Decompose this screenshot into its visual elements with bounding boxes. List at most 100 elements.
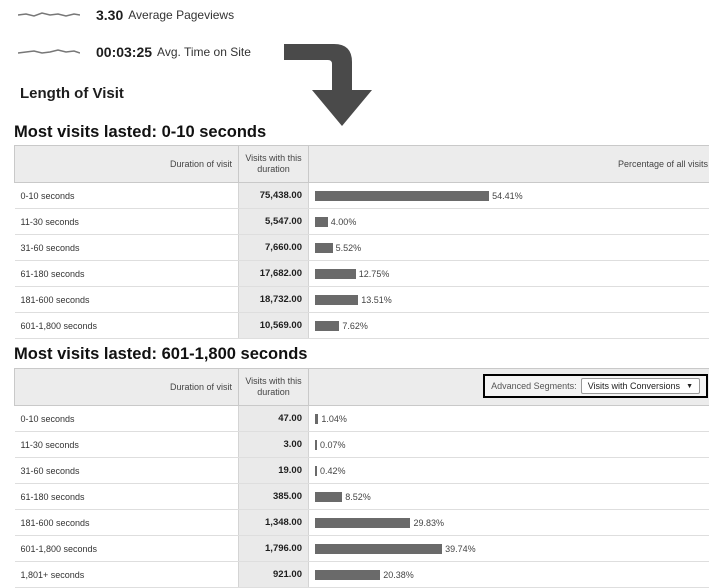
percentage-label: 0.07%	[320, 440, 346, 450]
percentage-label: 0.42%	[320, 466, 346, 476]
percentage-cell: 4.00%	[309, 209, 709, 235]
visits-cell: 75,438.00	[239, 183, 309, 209]
table-row: 11-30 seconds3.00 0.07%	[15, 432, 709, 458]
table-row: 1,801+ seconds921.00 20.38%	[15, 562, 709, 588]
column-header-duration[interactable]: Duration of visit	[15, 146, 239, 183]
percentage-cell: 8.52%	[309, 484, 709, 510]
percentage-cell: 13.51%	[309, 287, 709, 313]
visits-cell: 19.00	[239, 458, 309, 484]
visits-cell: 1,796.00	[239, 536, 309, 562]
percentage-label: 54.41%	[492, 191, 523, 201]
chevron-down-icon: ▼	[686, 383, 693, 390]
duration-cell: 0-10 seconds	[15, 406, 239, 432]
percentage-label: 20.38%	[383, 570, 414, 580]
duration-cell: 601-1,800 seconds	[15, 536, 239, 562]
table-row: 11-30 seconds5,547.00 4.00%	[15, 209, 709, 235]
percentage-bar	[315, 217, 328, 227]
percentage-label: 13.51%	[361, 295, 392, 305]
percentage-cell: 1.04%	[309, 406, 709, 432]
visits-cell: 47.00	[239, 406, 309, 432]
column-header-percentage: Advanced Segments: Visits with Conversio…	[309, 369, 709, 406]
percentage-cell: 29.83%	[309, 510, 709, 536]
percentage-label: 4.00%	[331, 217, 357, 227]
sparkline-icon	[18, 46, 80, 58]
table-row: 0-10 seconds47.00 1.04%	[15, 406, 709, 432]
visits-cell: 18,732.00	[239, 287, 309, 313]
percentage-label: 7.62%	[342, 321, 368, 331]
percentage-label: 8.52%	[345, 492, 371, 502]
percentage-cell: 5.52%	[309, 235, 709, 261]
visits-cell: 7,660.00	[239, 235, 309, 261]
column-header-visits[interactable]: Visits with this duration	[239, 146, 309, 183]
duration-cell: 11-30 seconds	[15, 432, 239, 458]
metric-label: Avg. Time on Site	[157, 45, 251, 59]
percentage-bar	[315, 492, 342, 502]
advanced-segments-dropdown[interactable]: Visits with Conversions ▼	[581, 378, 700, 394]
column-header-visits[interactable]: Visits with this duration	[239, 369, 309, 406]
curved-arrow-icon	[282, 38, 392, 130]
table-title: Most visits lasted: 601-1,800 seconds	[14, 345, 307, 364]
duration-cell: 31-60 seconds	[15, 458, 239, 484]
duration-cell: 61-180 seconds	[15, 261, 239, 287]
percentage-bar	[315, 518, 410, 528]
duration-cell: 1,801+ seconds	[15, 562, 239, 588]
sparkline-icon	[18, 9, 80, 21]
percentage-bar	[315, 440, 317, 450]
percentage-label: 29.83%	[413, 518, 444, 528]
metric-avg-time-on-site: 00:03:25 Avg. Time on Site	[18, 41, 251, 63]
visits-cell: 17,682.00	[239, 261, 309, 287]
percentage-cell: 39.74%	[309, 536, 709, 562]
percentage-bar	[315, 466, 317, 476]
percentage-label: 39.74%	[445, 544, 476, 554]
column-header-percentage[interactable]: Percentage of all visits	[309, 146, 709, 183]
percentage-cell: 0.07%	[309, 432, 709, 458]
percentage-cell: 12.75%	[309, 261, 709, 287]
visits-cell: 5,547.00	[239, 209, 309, 235]
percentage-cell: 54.41%	[309, 183, 709, 209]
table-row: 181-600 seconds18,732.00 13.51%	[15, 287, 709, 313]
column-header-duration[interactable]: Duration of visit	[15, 369, 239, 406]
table-row: 181-600 seconds1,348.00 29.83%	[15, 510, 709, 536]
duration-cell: 11-30 seconds	[15, 209, 239, 235]
table-row: 0-10 seconds75,438.0054.41%	[15, 183, 709, 209]
duration-cell: 31-60 seconds	[15, 235, 239, 261]
section-heading: Length of Visit	[20, 85, 124, 102]
percentage-bar	[315, 321, 339, 331]
advanced-segments-value: Visits with Conversions	[588, 381, 680, 391]
visits-cell: 10,569.00	[239, 313, 309, 339]
duration-cell: 181-600 seconds	[15, 287, 239, 313]
metric-value: 3.30	[96, 7, 123, 23]
percentage-cell: 20.38%	[309, 562, 709, 588]
table-row: 31-60 seconds7,660.00 5.52%	[15, 235, 709, 261]
advanced-segments-label: Advanced Segments:	[491, 381, 577, 391]
visits-cell: 921.00	[239, 562, 309, 588]
percentage-cell: 7.62%	[309, 313, 709, 339]
percentage-bar	[315, 191, 489, 201]
percentage-bar	[315, 414, 318, 424]
table-row: 601-1,800 seconds1,796.00 39.74%	[15, 536, 709, 562]
table-row: 61-180 seconds17,682.0012.75%	[15, 261, 709, 287]
percentage-label: 1.04%	[321, 414, 347, 424]
table-row: 61-180 seconds385.00 8.52%	[15, 484, 709, 510]
metric-value: 00:03:25	[96, 44, 152, 60]
table-title: Most visits lasted: 0-10 seconds	[14, 123, 266, 142]
length-of-visit-table-all: Duration of visit Visits with this durat…	[14, 145, 709, 339]
visits-cell: 385.00	[239, 484, 309, 510]
percentage-bar	[315, 269, 356, 279]
percentage-bar	[315, 570, 380, 580]
duration-cell: 61-180 seconds	[15, 484, 239, 510]
table-row: 31-60 seconds19.00 0.42%	[15, 458, 709, 484]
visits-cell: 1,348.00	[239, 510, 309, 536]
percentage-label: 5.52%	[336, 243, 362, 253]
duration-cell: 601-1,800 seconds	[15, 313, 239, 339]
duration-cell: 181-600 seconds	[15, 510, 239, 536]
metric-label: Average Pageviews	[128, 8, 234, 22]
advanced-segments-control: Advanced Segments: Visits with Conversio…	[483, 374, 708, 398]
percentage-bar	[315, 544, 442, 554]
table-row: 601-1,800 seconds10,569.00 7.62%	[15, 313, 709, 339]
percentage-bar	[315, 243, 333, 253]
percentage-bar	[315, 295, 358, 305]
metric-average-pageviews: 3.30 Average Pageviews	[18, 4, 234, 26]
length-of-visit-table-segment: Duration of visit Visits with this durat…	[14, 368, 709, 588]
visits-cell: 3.00	[239, 432, 309, 458]
